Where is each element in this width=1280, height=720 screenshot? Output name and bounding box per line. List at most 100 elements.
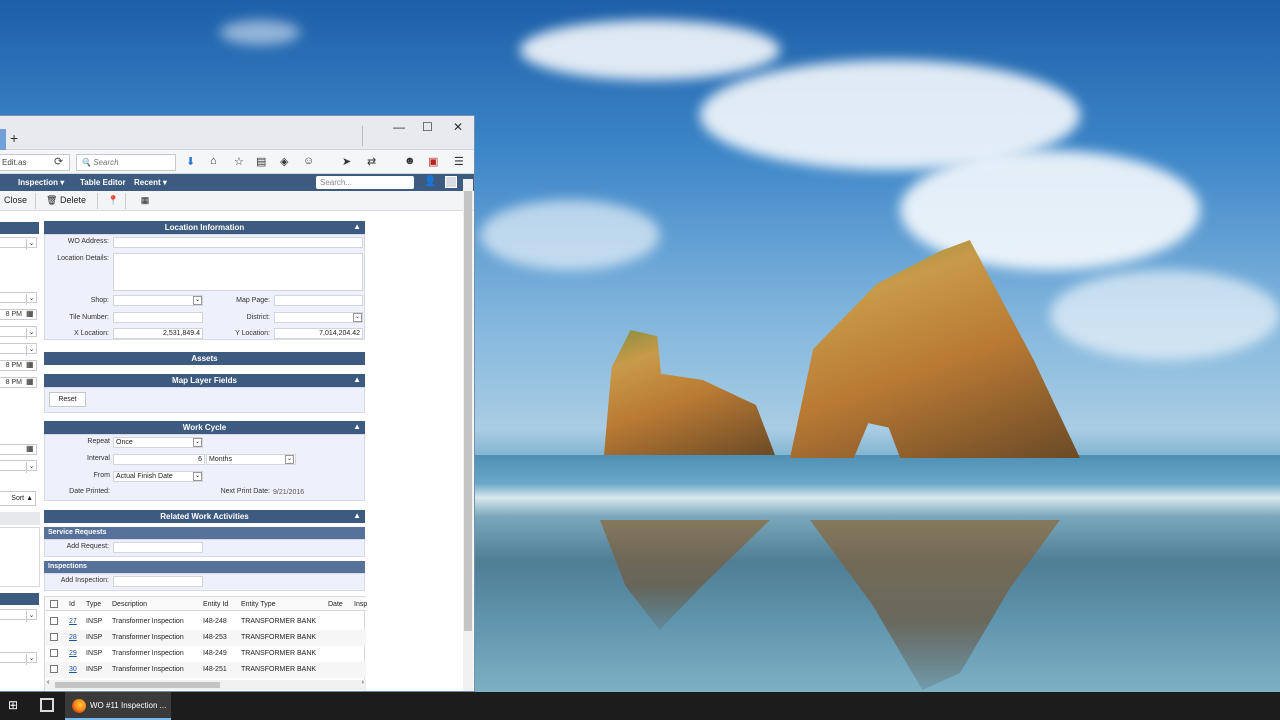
table-row[interactable]: 29 INSP Transformer Inspection I48-249 T… xyxy=(45,646,366,662)
calendar-icon[interactable]: ▦ xyxy=(26,377,34,386)
left-field[interactable]: ⌄ xyxy=(0,326,37,339)
row-checkbox[interactable] xyxy=(50,633,58,641)
column-header-type[interactable]: Type xyxy=(86,601,101,608)
close-button[interactable]: Close xyxy=(0,193,36,209)
menu-recent[interactable]: Recent ▾ xyxy=(134,178,167,187)
app-search-input[interactable]: Search... xyxy=(316,176,414,189)
vertical-scrollbar[interactable] xyxy=(463,179,473,691)
column-header-id[interactable]: Id xyxy=(69,601,75,608)
chevron-down-icon[interactable]: ⌄ xyxy=(353,313,362,322)
column-header-entity-type[interactable]: Entity Type xyxy=(241,601,276,608)
calendar-icon[interactable]: ▦ xyxy=(26,444,34,453)
row-checkbox[interactable] xyxy=(50,649,58,657)
y-location-field[interactable]: 7,014,204.42 xyxy=(274,328,363,339)
collapse-icon[interactable]: ▲ xyxy=(353,511,361,520)
location-details-field[interactable] xyxy=(113,253,363,291)
title-bar[interactable]: + — ☐ ✕ xyxy=(0,116,474,150)
map-icon[interactable]: ▦ xyxy=(130,193,160,209)
share-icon[interactable]: ⇄ xyxy=(367,155,376,168)
interval-field[interactable]: 6 xyxy=(113,454,205,465)
chevron-down-icon[interactable]: ⌄ xyxy=(193,438,202,447)
extension-icon[interactable]: ▣ xyxy=(428,155,438,168)
reload-icon[interactable]: ⟳ xyxy=(54,155,63,168)
location-info-header[interactable]: Location Information ▲ xyxy=(44,221,365,234)
add-request-field[interactable] xyxy=(113,542,203,553)
map-pin-icon[interactable]: 📍 xyxy=(102,193,126,209)
left-field[interactable]: ⌄ xyxy=(0,237,37,250)
home-icon[interactable]: ⌂ xyxy=(210,155,217,167)
delete-button[interactable]: 🗑 Delete xyxy=(42,193,98,209)
left-field[interactable]: ⌄ xyxy=(0,292,37,305)
download-icon[interactable]: ⬇ xyxy=(186,155,195,168)
table-row[interactable]: 30 INSP Transformer Inspection I48-251 T… xyxy=(45,662,366,678)
menu-inspection[interactable]: Inspection ▾ xyxy=(18,178,64,187)
map-page-field[interactable] xyxy=(274,295,363,306)
reset-button[interactable]: Reset xyxy=(49,392,86,407)
scroll-left-icon[interactable]: ‹ xyxy=(47,679,49,686)
table-row[interactable]: 28 INSP Transformer Inspection I48-253 T… xyxy=(45,630,366,646)
row-checkbox[interactable] xyxy=(50,617,58,625)
work-cycle-header[interactable]: Work Cycle ▲ xyxy=(44,421,365,434)
left-field[interactable]: ⌄ xyxy=(0,609,37,622)
account-icon[interactable]: ☻ xyxy=(404,155,416,167)
task-view-icon[interactable] xyxy=(40,698,54,712)
interval-unit-select[interactable]: Months xyxy=(206,454,296,465)
panel-toggle-icon[interactable] xyxy=(445,176,457,188)
row-id-link[interactable]: 29 xyxy=(69,650,77,657)
maximize-button[interactable]: ☐ xyxy=(422,120,433,134)
collapse-icon[interactable]: ▲ xyxy=(353,422,361,431)
close-window-button[interactable]: ✕ xyxy=(453,120,463,134)
calendar-icon[interactable]: ▦ xyxy=(26,360,34,369)
user-icon[interactable]: 👤 xyxy=(424,176,436,188)
horizontal-scrollbar[interactable]: ‹ › xyxy=(45,679,366,690)
related-work-header[interactable]: Related Work Activities ▲ xyxy=(44,510,365,523)
send-icon[interactable]: ➤ xyxy=(342,155,351,168)
emoji-icon[interactable]: ☺ xyxy=(303,155,314,167)
chevron-down-icon[interactable]: ⌄ xyxy=(285,455,294,464)
add-inspection-field[interactable] xyxy=(113,576,203,587)
active-tab[interactable] xyxy=(0,129,6,150)
column-header-inspector[interactable]: Insp xyxy=(354,601,367,608)
new-tab-button[interactable]: + xyxy=(10,130,18,146)
from-select[interactable]: Actual Finish Date xyxy=(113,471,203,482)
left-field[interactable]: ⌄ xyxy=(0,460,37,473)
column-header-date[interactable]: Date xyxy=(328,601,343,608)
x-location-field[interactable]: 2,531,849.4 xyxy=(113,328,203,339)
menu-icon[interactable]: ☰ xyxy=(454,155,464,168)
horizontal-scrollbar-thumb[interactable] xyxy=(55,682,220,688)
row-id-link[interactable]: 27 xyxy=(69,618,77,625)
column-header-description[interactable]: Description xyxy=(112,601,147,608)
collapse-icon[interactable]: ▲ xyxy=(353,375,361,384)
assets-header[interactable]: Assets xyxy=(44,352,365,365)
column-header-entity-id[interactable]: Entity Id xyxy=(203,601,228,608)
row-id-link[interactable]: 30 xyxy=(69,666,77,673)
row-checkbox[interactable] xyxy=(50,665,58,673)
wo-address-field[interactable] xyxy=(113,237,363,248)
row-id-link[interactable]: 28 xyxy=(69,634,77,641)
repeat-select[interactable]: Once xyxy=(113,437,203,448)
district-select[interactable] xyxy=(274,312,363,323)
bookmark-star-icon[interactable]: ☆ xyxy=(234,155,244,168)
select-all-checkbox[interactable] xyxy=(50,600,58,608)
menu-table-editor[interactable]: Table Editor xyxy=(80,178,126,187)
chevron-down-icon[interactable]: ⌄ xyxy=(193,296,202,305)
taskbar-firefox-item[interactable]: WO #11 Inspection ... xyxy=(65,692,171,720)
left-field[interactable]: ⌄ xyxy=(0,652,37,665)
pocket-icon[interactable]: ◈ xyxy=(280,155,288,168)
scroll-right-icon[interactable]: › xyxy=(362,679,364,686)
table-row[interactable]: 27 INSP Transformer Inspection I48-248 T… xyxy=(45,614,366,630)
left-field[interactable]: ⌄ xyxy=(0,343,37,356)
scrollbar-thumb[interactable] xyxy=(464,191,472,631)
tile-number-field[interactable] xyxy=(113,312,203,323)
chevron-down-icon: ⌄ xyxy=(26,294,36,305)
chevron-down-icon[interactable]: ⌄ xyxy=(193,472,202,481)
browser-search-input[interactable]: 🔍 Search xyxy=(76,154,176,171)
calendar-icon[interactable]: ▦ xyxy=(26,309,34,318)
collapse-icon[interactable]: ▲ xyxy=(353,222,361,231)
shop-select[interactable] xyxy=(113,295,203,306)
map-layer-fields-header[interactable]: Map Layer Fields ▲ xyxy=(44,374,365,387)
minimize-button[interactable]: — xyxy=(393,120,405,134)
library-icon[interactable]: ▤ xyxy=(256,155,266,168)
sort-button[interactable]: Sort ▲ xyxy=(0,491,36,506)
windows-start-icon[interactable]: ⊞ xyxy=(8,698,22,712)
